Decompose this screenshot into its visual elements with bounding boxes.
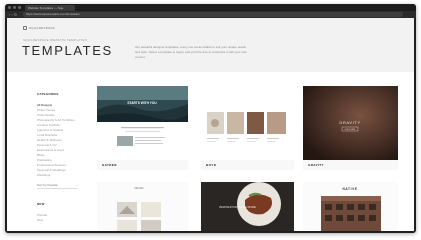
page-title: TEMPLATES [22,43,113,58]
template-card-hayden[interactable]: STARTS WITH YOU HAYDEN [97,86,188,170]
category-sidebar: CATEGORIES All Designs Online Stores Art… [37,92,87,223]
url-field[interactable]: https://www.squarespace.com/templates [23,12,403,17]
emmerson-hero-text: INSPIRATIONAL CUISINE [219,205,256,209]
template-card-john[interactable]: JOHN [97,182,188,231]
discover-button-text: DISCOVER [345,129,356,131]
template-name: GRAVITY [308,163,324,167]
categories-label: CATEGORIES [37,92,59,96]
template-card-emmerson[interactable]: INSPIRATIONAL CUISINE [201,182,294,231]
text-lines-graphic [117,127,165,146]
hayden-hero-text: STARTS WITH YOU [127,101,157,105]
tab-strip: Website Templates — Squ [5,4,416,11]
logo-icon [23,26,27,30]
native-preview-image: NATIVE [321,187,381,231]
template-name: BOYD [206,163,217,167]
template-name: HAYDEN [102,163,117,167]
gravity-preview-image: GRAVITY DISCOVER [303,86,398,160]
emmerson-preview-image: INSPIRATIONAL CUISINE [201,182,294,231]
intro-text: Our beautiful designer templates, every … [135,45,247,59]
window-controls[interactable] [8,6,21,9]
template-card-gravity[interactable]: GRAVITY DISCOVER GRAVITY [303,86,398,170]
new-label: NEW [37,202,45,206]
address-bar-row: ‹ › ↻ https://www.squarespace.com/templa… [5,11,416,18]
hayden-content-preview [97,122,188,160]
page-viewport: SQUARESPACE SQUARESPACE WEBSITE TEMPLATE… [7,18,414,231]
john-preview-image [117,202,161,231]
sort-dropdown[interactable]: Sort by Popular ⌄ [37,182,78,189]
eyebrow-text: SQUARESPACE WEBSITE TEMPLATES [23,38,88,42]
page-header: SQUARESPACE SQUARESPACE WEBSITE TEMPLATE… [7,18,414,72]
sidebar-item[interactable]: New [37,218,87,223]
chevron-down-icon: ⌄ [75,183,78,187]
template-card-boyd[interactable]: BOYD [201,86,294,170]
boyd-preview-image [207,112,286,142]
native-hero-text: NATIVE [342,187,357,191]
hayden-preview-image: STARTS WITH YOU [97,86,188,122]
sidebar-item[interactable]: Weddings [37,173,87,178]
template-card-native[interactable]: NATIVE [303,182,398,231]
sort-label: Sort by Popular [37,183,58,187]
nav-buttons-icon[interactable]: ‹ › ↻ [9,12,17,17]
boyd-preview [201,86,294,160]
template-name: JOHN [134,186,144,190]
logo-text: SQUARESPACE [29,26,55,30]
browser-window: Website Templates — Squ ‹ › ↻ https://ww… [5,4,416,233]
squarespace-logo[interactable]: SQUARESPACE [23,26,55,30]
gravity-hero-text: GRAVITY [339,120,360,125]
